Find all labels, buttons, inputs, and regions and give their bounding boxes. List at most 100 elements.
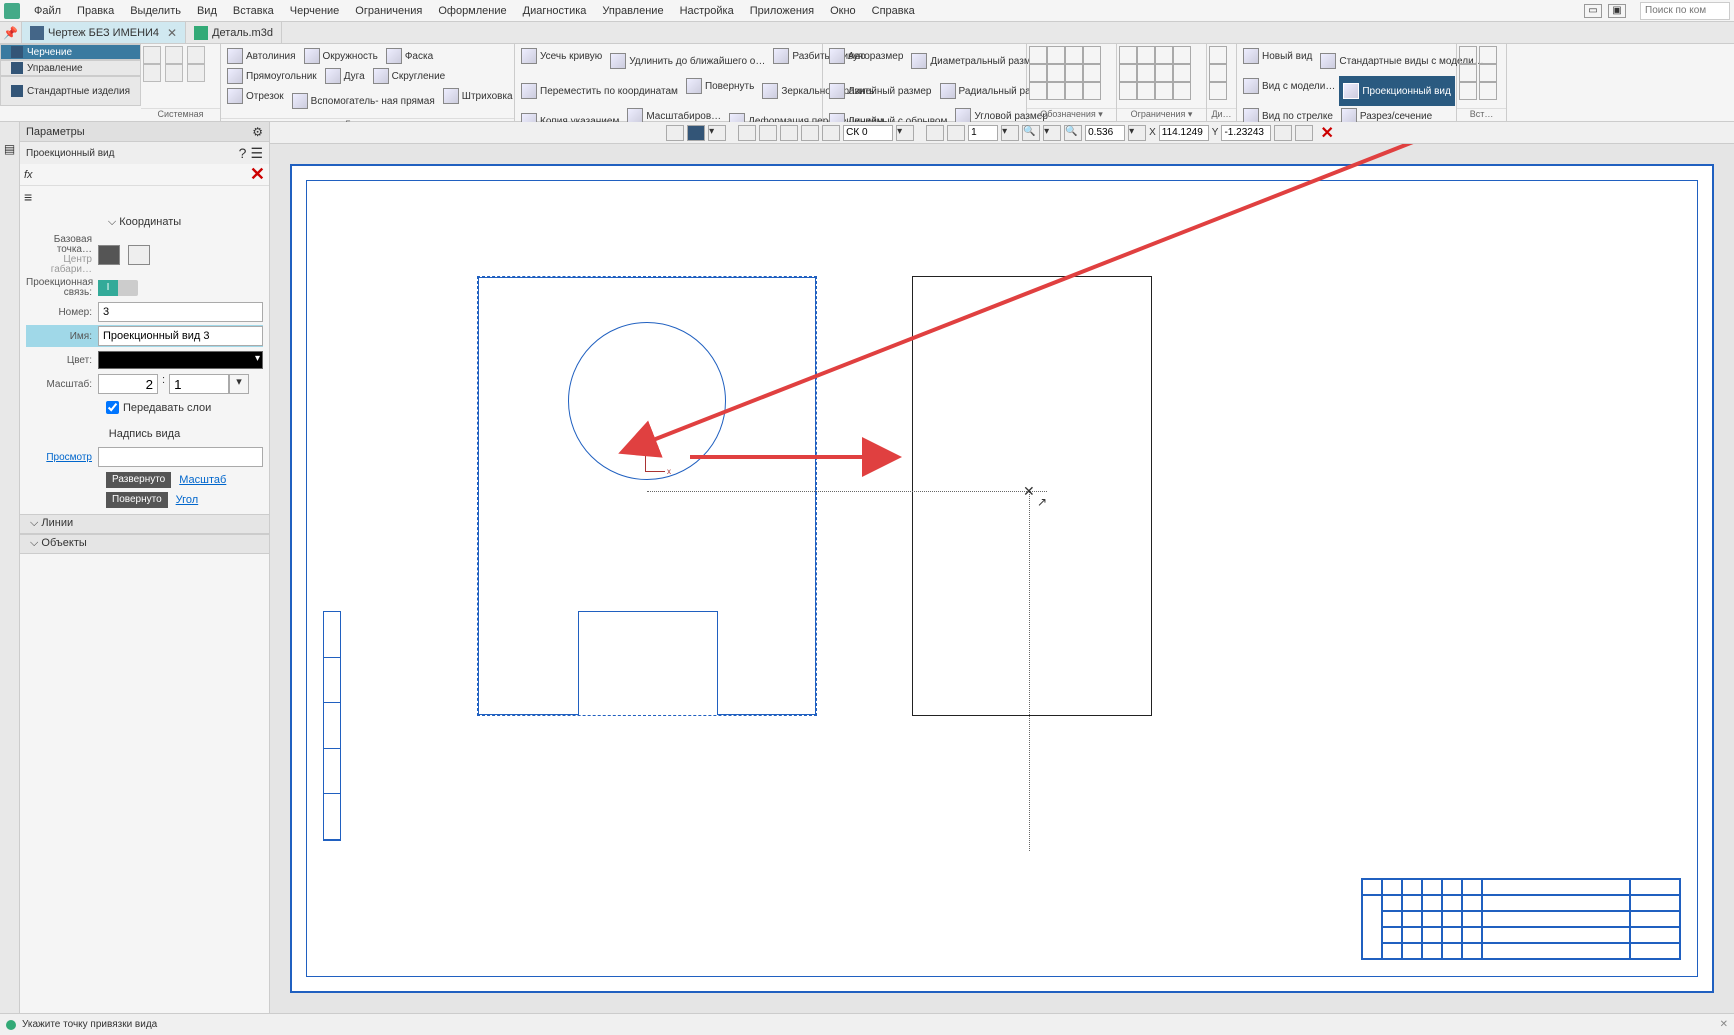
annot-icon[interactable] [1083,82,1101,100]
annot-icon[interactable] [1065,82,1083,100]
color-select[interactable] [98,351,263,369]
diag-icon[interactable] [1209,46,1227,64]
annot-icon[interactable] [1047,82,1065,100]
caption-input[interactable] [98,447,263,467]
ct-dropdown[interactable]: ▾ [896,125,914,141]
ct-dropdown[interactable]: ▾ [1043,125,1061,141]
ct-icon[interactable] [947,125,965,141]
annot-icon[interactable] [1047,46,1065,64]
tab-part[interactable]: Деталь.m3d [186,22,282,43]
constr-icon[interactable] [1155,82,1173,100]
btn-trim[interactable]: Усечь кривую [517,46,606,66]
btn-diam[interactable]: Диаметральный размер [907,46,1045,76]
number-input[interactable] [98,302,263,322]
link-scale[interactable]: Масштаб [173,472,232,488]
btn-projview[interactable]: Проекционный вид [1339,76,1454,106]
title-block[interactable] [1361,878,1681,960]
btn-arc[interactable]: Дуга [321,66,369,86]
link-angle[interactable]: Угол [170,492,205,508]
preview-link[interactable]: Просмотр [46,452,92,463]
annot-icon[interactable] [1029,64,1047,82]
layers-checkbox[interactable] [106,401,119,414]
constr-icon[interactable] [1173,46,1191,64]
section-coords[interactable]: Координаты [26,212,263,233]
annot-icon[interactable] [1083,46,1101,64]
ct-dropdown[interactable]: ▾ [1128,125,1146,141]
menu-insert[interactable]: Вставка [225,3,282,19]
ribbon-tab-std[interactable]: Стандартные изделия [0,76,141,106]
btn-linear[interactable]: Линейный размер [825,76,936,106]
diag-icon[interactable] [1209,82,1227,100]
ct-icon[interactable] [687,125,705,141]
btn-line[interactable]: Отрезок [223,86,288,106]
copy-icon[interactable] [187,64,205,82]
tag-rotated[interactable]: Повернуто [106,492,168,508]
annot-icon[interactable] [1029,46,1047,64]
search-input[interactable] [1640,2,1730,20]
constr-icon[interactable] [1119,46,1137,64]
ct-icon[interactable] [926,125,944,141]
ct-icon[interactable] [759,125,777,141]
menu-file[interactable]: Файл [26,3,69,19]
btn-extend[interactable]: Удлинить до ближайшего о… [606,46,769,76]
constr-icon[interactable] [1173,64,1191,82]
btn-chamfer[interactable]: Фаска [382,46,437,66]
y-input[interactable] [1221,125,1271,141]
ct-icon[interactable] [801,125,819,141]
zoom-in-icon[interactable]: 🔍 [1064,125,1082,141]
ruler-icon[interactable]: ≡ [24,189,32,205]
ins-icon[interactable] [1479,82,1497,100]
btn-rotate[interactable]: Повернуть [682,76,758,96]
x-input[interactable] [1159,125,1209,141]
menu-apps[interactable]: Приложения [742,3,822,19]
ct-dropdown[interactable]: ▾ [708,125,726,141]
constr-icon[interactable] [1137,82,1155,100]
projlink-toggle[interactable]: I [98,280,138,296]
annot-icon[interactable] [1029,82,1047,100]
diag-icon[interactable] [1209,64,1227,82]
btn-autoline[interactable]: Автолиния [223,46,300,66]
btn-auxline[interactable]: Вспомогатель- ная прямая [288,86,439,116]
status-close-icon[interactable]: ✕ [1720,1019,1728,1030]
annot-icon[interactable] [1065,46,1083,64]
ct-icon[interactable] [780,125,798,141]
btn-move[interactable]: Переместить по координатам [517,76,682,106]
pin-icon[interactable]: 📌 [0,22,22,43]
window-tile-icon[interactable]: ▭ [1584,4,1602,18]
menu-settings[interactable]: Настройка [672,3,742,19]
save-icon[interactable] [187,46,205,64]
btn-rectangle[interactable]: Прямоугольник [223,66,321,86]
annot-icon[interactable] [1083,64,1101,82]
help-icon[interactable]: ? [239,145,247,162]
annot-icon[interactable] [1065,64,1083,82]
source-view[interactable] [477,276,817,716]
btn-newview[interactable]: Новый вид [1239,46,1316,66]
menu-design[interactable]: Оформление [430,3,514,19]
drawing-canvas[interactable]: y x ✕ ↗ [270,144,1734,1013]
btn-autodim[interactable]: Авторазмер [825,46,907,66]
window-cascade-icon[interactable]: ▣ [1608,4,1626,18]
menu-help[interactable]: Справка [864,3,923,19]
ct-icon[interactable] [1274,125,1292,141]
btn-modelview[interactable]: Вид с модели… [1239,76,1339,96]
close-icon[interactable]: ✕ [250,164,265,185]
ins-icon[interactable] [1459,82,1477,100]
constr-icon[interactable] [1119,82,1137,100]
ins-icon[interactable] [1479,46,1497,64]
section-lines[interactable]: Линии [20,514,269,534]
menu-edit[interactable]: Правка [69,3,122,19]
ins-icon[interactable] [1479,64,1497,82]
menu-constraints[interactable]: Ограничения [347,3,430,19]
constr-icon[interactable] [1119,64,1137,82]
basepoint-icon-2[interactable] [128,245,150,265]
constr-icon[interactable] [1137,46,1155,64]
ct-icon[interactable] [738,125,756,141]
ct-icon[interactable] [666,125,684,141]
menu-manage[interactable]: Управление [594,3,671,19]
menu-drawing[interactable]: Черчение [282,3,348,19]
ct-icon[interactable] [1295,125,1313,141]
constr-icon[interactable] [1155,64,1173,82]
print-icon[interactable] [143,64,161,82]
close-icon[interactable]: ✕ [167,26,177,40]
section-objects[interactable]: Объекты [20,534,269,554]
